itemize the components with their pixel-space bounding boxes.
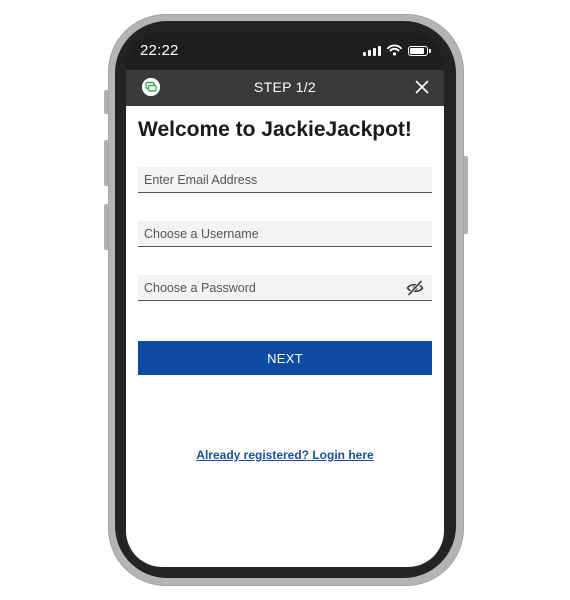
wifi-icon — [387, 44, 402, 56]
status-bar: 22:22 — [126, 32, 444, 70]
password-field[interactable] — [138, 275, 432, 300]
stage: 22:22 STEP 1/2 Welcome to JackieJackpot!… — [0, 0, 570, 600]
eye-slash-icon[interactable] — [406, 280, 424, 296]
username-field-container — [138, 221, 432, 247]
status-time: 22:22 — [140, 42, 179, 59]
login-link[interactable]: Already registered? Login here — [126, 448, 444, 462]
email-field-container — [138, 167, 432, 193]
next-button[interactable]: NEXT — [138, 341, 432, 375]
registration-form: Welcome to JackieJackpot! NEXT Already r… — [126, 106, 444, 567]
page-title: Welcome to JackieJackpot! — [138, 118, 412, 141]
app-header: STEP 1/2 — [126, 70, 444, 106]
status-icons — [363, 44, 431, 56]
email-field[interactable] — [138, 167, 432, 192]
step-title: STEP 1/2 — [253, 79, 317, 95]
cellular-signal-icon — [363, 45, 381, 56]
password-field-container — [138, 275, 432, 301]
battery-icon — [408, 46, 431, 56]
phone-screen: 22:22 STEP 1/2 Welcome to JackieJackpot!… — [126, 32, 444, 567]
close-icon[interactable] — [414, 79, 430, 95]
username-field[interactable] — [138, 221, 432, 246]
